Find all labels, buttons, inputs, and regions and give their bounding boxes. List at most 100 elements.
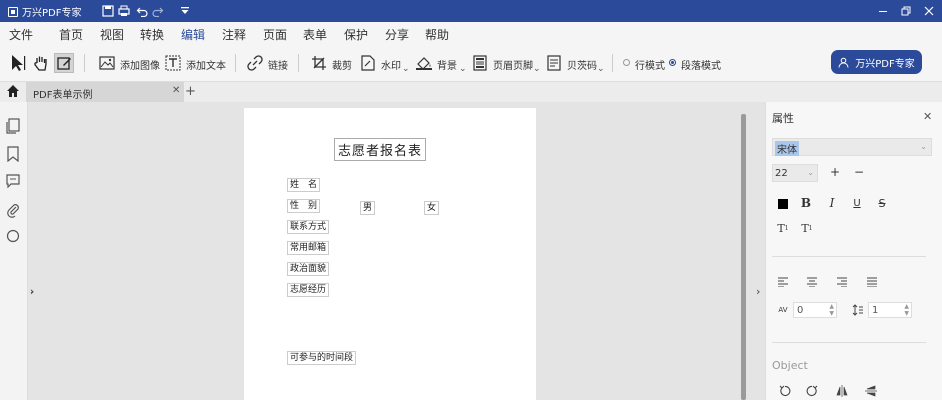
email-label[interactable]: 常用邮箱 [287,241,330,255]
customize-dropdown-icon[interactable] [177,3,193,19]
link-button[interactable]: 链接 [268,57,288,72]
save-icon[interactable] [100,3,116,19]
character-spacing-input[interactable]: 0 ▲ ▼ [793,302,837,318]
text-color-swatch[interactable] [775,196,791,212]
search-icon[interactable] [6,229,22,245]
undo-icon[interactable] [134,3,150,19]
rotate-right-icon[interactable] [804,383,820,399]
watermark-icon[interactable] [358,53,378,73]
edit-toolbar: 添加图像 添加文本 链接 裁剪 水印 ⌄ 背景 ⌄ 页眉页脚 ⌄ 贝茨码 ⌄ 行… [0,44,942,82]
background-dropdown-icon[interactable]: ⌄ [459,64,467,74]
expert-account-button[interactable]: 万兴PDF专家 [831,50,922,74]
add-image-button[interactable]: 添加图像 [120,57,160,72]
link-icon[interactable] [245,53,265,73]
menu-comment[interactable]: 注释 [222,26,246,43]
toolbar-divider [298,54,299,72]
toolbar-divider [84,54,85,72]
subscript-icon[interactable]: T1 [799,220,815,236]
paragraph-mode-label[interactable]: 段落模式 [681,57,721,72]
increase-font-size-button[interactable]: + [827,164,843,180]
attachments-icon[interactable] [6,202,22,218]
toolbar-divider [612,54,613,72]
restore-icon[interactable] [898,3,914,19]
menu-page[interactable]: 页面 [263,26,287,43]
redo-icon[interactable] [150,3,166,19]
align-left-icon[interactable] [775,274,791,290]
app-title: 万兴PDF专家 [22,8,82,19]
menu-view[interactable]: 视图 [100,26,124,43]
italic-icon[interactable]: I [824,195,840,211]
add-text-button[interactable]: 添加文本 [186,57,226,72]
crop-button[interactable]: 裁剪 [332,57,352,72]
availability-label[interactable]: 可参与的时间段 [287,351,357,365]
hand-tool-icon[interactable] [31,53,51,73]
underline-icon[interactable]: U [849,195,865,211]
strikethrough-icon[interactable]: S [874,195,890,211]
political-status-label[interactable]: 政治面貌 [287,262,330,276]
align-right-icon[interactable] [834,274,850,290]
contact-label[interactable]: 联系方式 [287,220,330,234]
spinner-arrows-icon[interactable]: ▲ ▼ [904,303,909,317]
home-icon[interactable] [6,84,22,100]
menu-file[interactable]: 文件 [9,26,33,43]
font-family-select[interactable]: 宋体 ⌄ [772,138,932,156]
thumbnails-icon[interactable] [6,118,22,134]
line-mode-label[interactable]: 行模式 [635,57,665,72]
decrease-font-size-button[interactable]: − [851,164,867,180]
paragraph-mode-radio[interactable] [669,59,676,66]
menu-help[interactable]: 帮助 [425,26,449,43]
print-icon[interactable] [116,3,132,19]
experience-label[interactable]: 志愿经历 [287,283,330,297]
background-icon[interactable] [414,53,434,73]
watermark-button[interactable]: 水印 [381,57,401,72]
bates-number-icon[interactable] [544,53,564,73]
line-spacing-input[interactable]: 1 ▲ ▼ [868,302,912,318]
flip-horizontal-icon[interactable] [834,383,850,399]
user-icon [838,57,849,68]
new-tab-icon[interactable]: + [185,84,196,99]
add-text-icon[interactable] [163,53,183,73]
name-label[interactable]: 姓 名 [287,178,321,192]
header-footer-dropdown-icon[interactable]: ⌄ [533,64,541,74]
header-footer-button[interactable]: 页眉页脚 [493,57,533,72]
line-mode-radio[interactable] [623,59,630,66]
male-option-label[interactable]: 男 [360,201,376,215]
align-center-icon[interactable] [804,274,820,290]
bold-icon[interactable]: B [798,195,814,211]
menu-convert[interactable]: 转换 [140,26,164,43]
flip-vertical-icon[interactable] [863,383,879,399]
menu-protect[interactable]: 保护 [344,26,368,43]
spinner-arrows-icon[interactable]: ▲ ▼ [829,303,834,317]
minimize-icon[interactable] [875,3,891,19]
background-button[interactable]: 背景 [437,57,457,72]
header-footer-icon[interactable] [470,53,490,73]
comments-icon[interactable] [6,174,22,190]
close-icon[interactable] [921,3,937,19]
add-image-icon[interactable] [97,53,117,73]
menu-edit[interactable]: 编辑 [181,26,206,47]
form-title[interactable]: 志愿者报名表 [334,138,427,161]
menu-share[interactable]: 分享 [385,26,409,43]
select-cursor-icon[interactable] [8,53,28,73]
edit-tool-icon[interactable] [54,53,74,73]
menu-home[interactable]: 首页 [59,26,83,43]
align-justify-icon[interactable] [864,274,880,290]
vertical-scrollbar[interactable] [741,114,746,400]
superscript-icon[interactable]: T1 [775,220,791,236]
font-size-select[interactable]: 22 ⌄ [772,164,818,182]
bates-number-dropdown-icon[interactable]: ⌄ [597,64,605,74]
bookmarks-icon[interactable] [6,146,22,163]
right-panel-toggle-icon[interactable]: › [756,285,760,298]
gender-label[interactable]: 性 别 [287,199,321,213]
rotate-left-icon[interactable] [777,383,793,399]
panel-close-icon[interactable]: ✕ [923,110,932,123]
crop-icon[interactable] [309,53,329,73]
menu-form[interactable]: 表单 [303,26,327,43]
font-size-value: 22 [775,168,788,179]
bates-number-button[interactable]: 贝茨码 [567,57,597,72]
female-option-label[interactable]: 女 [424,201,440,215]
tab-close-icon[interactable]: ✕ [172,85,180,96]
document-tab[interactable]: PDF表单示例 ✕ [26,82,184,102]
expand-left-panel-icon[interactable]: › [30,287,34,297]
watermark-dropdown-icon[interactable]: ⌄ [402,64,410,74]
